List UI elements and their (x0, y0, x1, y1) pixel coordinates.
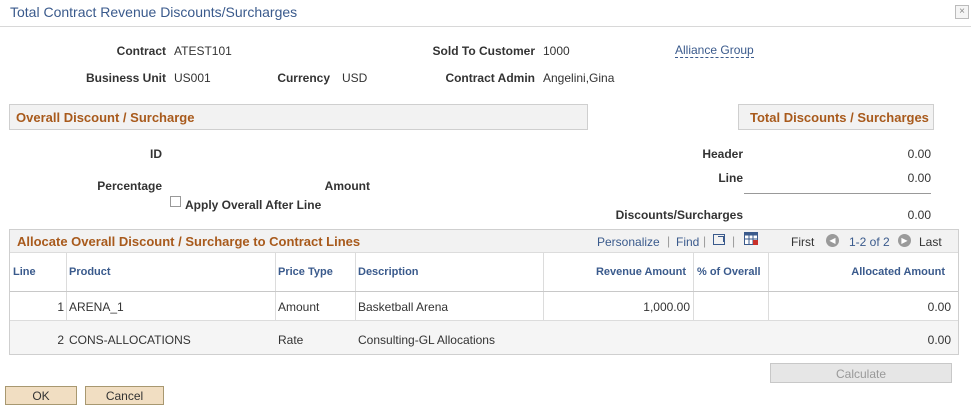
table-row: 2 CONS-ALLOCATIONS Rate Consulting-GL Al… (10, 321, 958, 354)
grid-spreadsheet-icon (744, 232, 758, 245)
sold-to-customer-link[interactable]: Alliance Group (675, 44, 754, 58)
apply-overall-label: Apply Overall After Line (185, 198, 322, 212)
cell-product: ARENA_1 (69, 300, 124, 314)
ok-button[interactable]: OK (5, 386, 77, 405)
last-label: Last (919, 235, 942, 249)
totals-divider (744, 193, 931, 194)
sold-to-label: Sold To Customer (432, 44, 535, 58)
personalize-link[interactable]: Personalize (597, 235, 660, 249)
cell-revenue-amount: 1,000.00 (643, 300, 690, 314)
window-title: Total Contract Revenue Discounts/Surchar… (10, 4, 298, 20)
view-all-icon[interactable] (713, 234, 725, 245)
discounts-surcharges-value: 0.00 (907, 208, 931, 222)
find-link[interactable]: Find (676, 235, 699, 249)
header-total-label: Header (702, 147, 743, 161)
first-label: First (791, 235, 815, 249)
cell-allocated-amount: 0.00 (927, 333, 951, 347)
previous-page-icon[interactable]: ◀ (826, 234, 839, 247)
calculate-button[interactable]: Calculate (770, 363, 952, 383)
grid-title: Allocate Overall Discount / Surcharge to… (17, 234, 361, 249)
col-header-description[interactable]: Description (358, 266, 419, 278)
grid-separator: | (732, 234, 736, 248)
col-header-product[interactable]: Product (69, 266, 111, 278)
line-total-label: Line (718, 171, 743, 185)
contract-admin-value: Angelini,Gina (543, 71, 615, 85)
header-total-value: 0.00 (907, 147, 931, 161)
cell-description: Basketball Arena (358, 300, 449, 314)
apply-overall-checkbox[interactable] (170, 196, 181, 207)
col-header-line[interactable]: Line (13, 266, 36, 278)
cell-price-type: Amount (278, 300, 320, 314)
business-unit-value: US001 (174, 71, 211, 85)
currency-label: Currency (277, 71, 330, 85)
contract-label: Contract (116, 44, 166, 58)
percentage-label: Percentage (97, 179, 162, 193)
contract-admin-label: Contract Admin (445, 71, 535, 85)
cell-price-type: Rate (278, 333, 304, 347)
col-header-allocated-amount[interactable]: Allocated Amount (770, 266, 945, 278)
sold-to-value: 1000 (543, 44, 570, 58)
row-range: 1-2 of 2 (849, 235, 890, 249)
currency-value: USD (342, 71, 368, 85)
close-icon[interactable]: × (955, 5, 969, 19)
next-page-icon[interactable]: ▶ (898, 234, 911, 247)
col-header-revenue-amount[interactable]: Revenue Amount (545, 266, 686, 278)
overall-section-title: Overall Discount / Surcharge (16, 110, 195, 125)
amount-label: Amount (324, 179, 370, 193)
download-grid-icon[interactable] (744, 232, 759, 245)
line-total-value: 0.00 (907, 171, 931, 185)
cell-allocated-amount: 0.00 (927, 300, 951, 314)
cell-line: 2 (57, 333, 64, 347)
id-label: ID (150, 147, 162, 161)
grid-separator: | (667, 234, 671, 248)
discounts-surcharges-label: Discounts/Surcharges (615, 208, 743, 222)
totals-section-title: Total Discounts / Surcharges (750, 110, 929, 125)
col-header-pct-overall[interactable]: % of Overall (697, 266, 761, 278)
business-unit-label: Business Unit (85, 71, 166, 85)
arrow-icon-part (718, 236, 724, 242)
col-header-price-type[interactable]: Price Type (278, 266, 333, 278)
grid-separator: | (703, 234, 707, 248)
cell-line: 1 (57, 300, 64, 314)
grid-header-divider (10, 252, 958, 253)
cell-product: CONS-ALLOCATIONS (69, 333, 191, 347)
cancel-button[interactable]: Cancel (85, 386, 164, 405)
contract-value: ATEST101 (174, 44, 232, 58)
cell-description: Consulting-GL Allocations (358, 333, 495, 347)
table-row: 1 ARENA_1 Amount Basketball Arena 1,000.… (10, 292, 958, 320)
